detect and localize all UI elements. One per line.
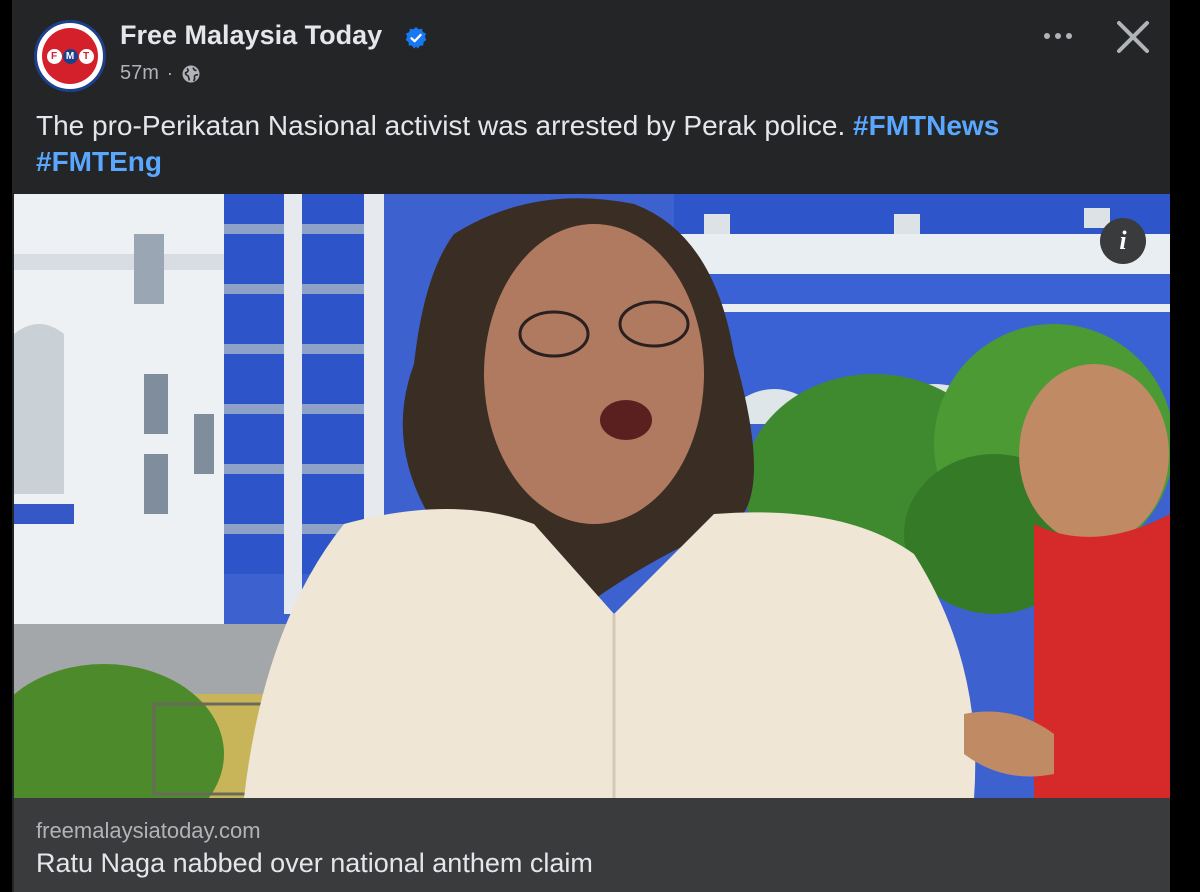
photo-illustration xyxy=(14,194,1170,798)
link-headline: Ratu Naga nabbed over national anthem cl… xyxy=(36,848,593,878)
more-options-button[interactable] xyxy=(1034,18,1082,54)
page-name[interactable]: Free Malaysia Today xyxy=(120,20,382,51)
globe-icon xyxy=(182,65,200,82)
caption-text: The pro-Perikatan Nasional activist was … xyxy=(36,110,854,141)
info-button[interactable]: i xyxy=(1100,218,1146,264)
page-avatar[interactable]: F M T xyxy=(34,20,106,92)
post-time[interactable]: 57m xyxy=(120,62,159,85)
logo-letter-t: T xyxy=(78,48,94,64)
post-meta: 57m · xyxy=(120,62,201,85)
hashtag-fmtnews[interactable]: #FMTNews xyxy=(853,110,999,141)
post-header: F M T Free Malaysia Today 57m · xyxy=(12,0,1170,100)
article-photo[interactable]: i xyxy=(14,194,1170,798)
logo-letter-m: M xyxy=(62,48,78,64)
fmt-logo: F M T xyxy=(42,28,98,84)
verified-badge-icon xyxy=(405,27,427,49)
link-domain: freemalaysiatoday.com xyxy=(36,818,261,843)
close-icon[interactable] xyxy=(1110,14,1156,60)
post-card: F M T Free Malaysia Today 57m · The pro-… xyxy=(12,0,1170,892)
info-icon: i xyxy=(1119,226,1127,255)
hashtag-fmteng[interactable]: #FMTEng xyxy=(36,146,162,177)
logo-letter-f: F xyxy=(46,48,62,64)
post-caption: The pro-Perikatan Nasional activist was … xyxy=(36,108,1136,180)
link-preview[interactable]: freemalaysiatoday.com Ratu Naga nabbed o… xyxy=(14,798,1170,892)
more-options-icon xyxy=(1044,33,1050,39)
meta-separator: · xyxy=(166,63,173,83)
